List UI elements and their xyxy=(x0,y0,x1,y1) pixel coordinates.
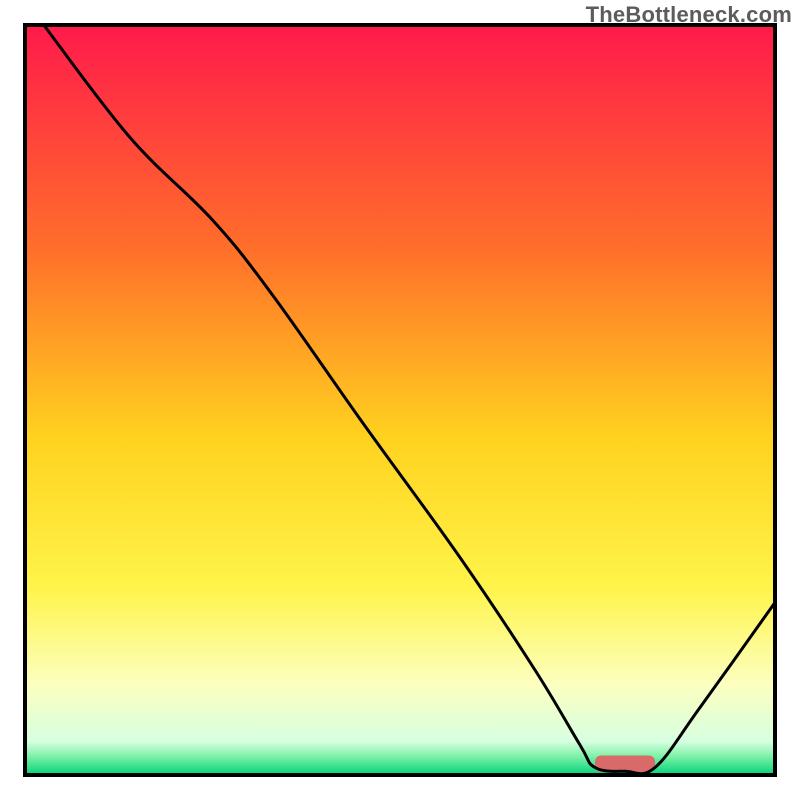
gradient-background xyxy=(25,25,775,775)
chart-container: TheBottleneck.com xyxy=(0,0,800,800)
bottleneck-chart xyxy=(0,0,800,800)
watermark-text: TheBottleneck.com xyxy=(586,2,792,28)
